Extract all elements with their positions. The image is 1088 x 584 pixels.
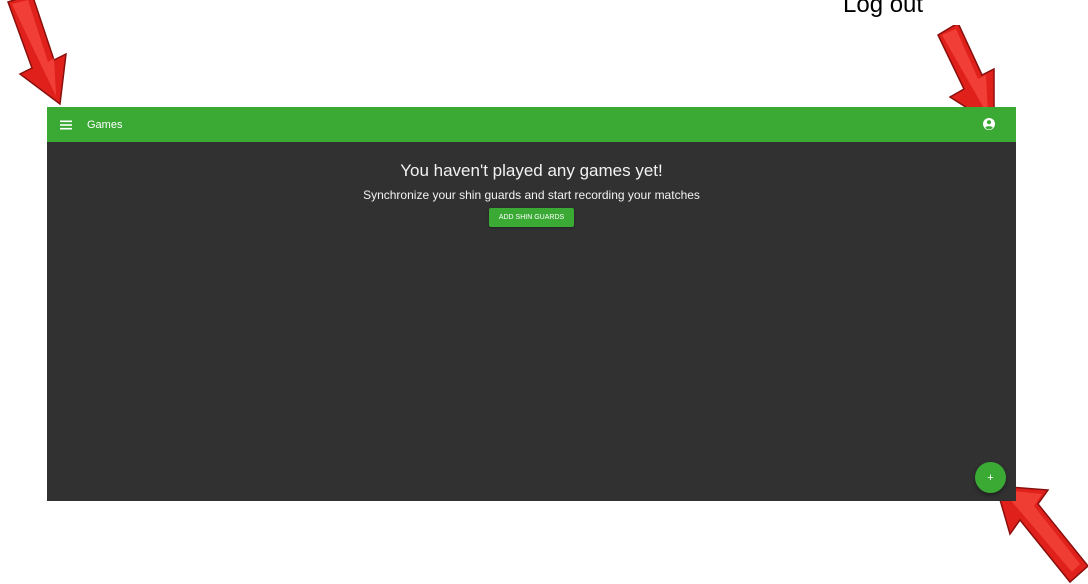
- page-title: Games: [87, 118, 123, 131]
- menu-icon: [60, 120, 72, 129]
- app-window: Games You haven't played any games yet! …: [47, 107, 1016, 501]
- empty-state-title: You haven't played any games yet!: [400, 161, 663, 180]
- top-app-bar: Games: [47, 107, 1016, 142]
- annotation-arrow-menu: [7, 0, 67, 106]
- add-fab-button[interactable]: +: [975, 462, 1006, 493]
- account-circle-icon: [983, 118, 995, 130]
- plus-icon: +: [987, 471, 994, 484]
- logout-annotation-label: Log out: [843, 0, 924, 18]
- menu-button[interactable]: [58, 117, 74, 133]
- empty-state: You haven't played any games yet! Synchr…: [47, 142, 1016, 227]
- account-button[interactable]: [982, 117, 996, 131]
- add-shin-guards-button[interactable]: ADD SHIN GUARDS: [488, 208, 575, 227]
- empty-state-subtitle: Synchronize your shin guards and start r…: [363, 188, 700, 202]
